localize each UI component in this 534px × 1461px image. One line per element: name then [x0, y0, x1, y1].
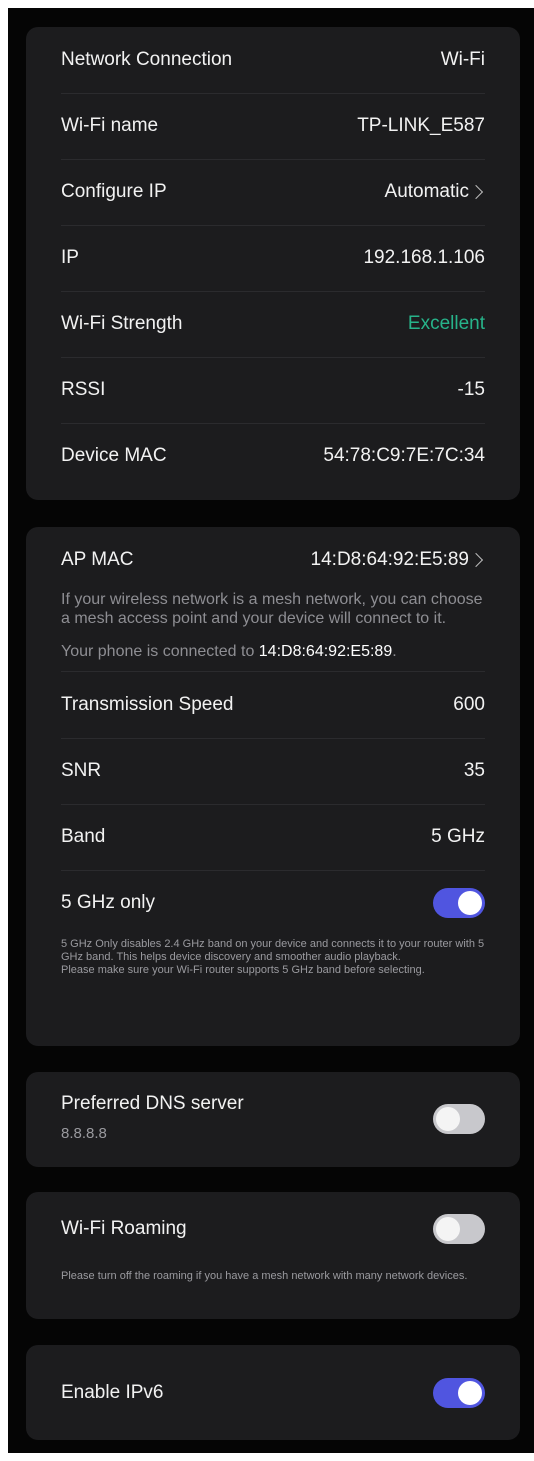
roaming-note: Please turn off the roaming if you have …	[61, 1270, 468, 1282]
wifi-roaming-label: Wi-Fi Roaming	[61, 1218, 187, 1239]
ipv6-label: Enable IPv6	[61, 1381, 164, 1403]
device-mac-row: Device MAC 54:78:C9:7E:7C:34	[26, 423, 520, 489]
ipv6-toggle[interactable]	[433, 1377, 485, 1408]
connection-info-card: Network Connection Wi-Fi Wi-Fi name TP-L…	[26, 27, 520, 500]
snr-value: 35	[463, 760, 485, 781]
configure-ip-label: Configure IP	[61, 181, 167, 202]
wifi-name-row: Wi-Fi name TP-LINK_E587	[26, 93, 520, 159]
connected-prefix: Your phone is connected to	[61, 643, 259, 660]
mesh-description: If your wireless network is a mesh netwo…	[61, 591, 483, 627]
dns-value: 8.8.8.8	[61, 1125, 107, 1142]
dns-text-group: Preferred DNS server 8.8.8.8	[61, 1093, 244, 1142]
band-row: Band 5 GHz	[26, 804, 520, 870]
five-ghz-only-row: 5 GHz only	[26, 870, 520, 936]
snr-label: SNR	[61, 760, 102, 781]
wifi-strength-value: Excellent	[407, 313, 485, 334]
access-point-card: AP MAC 14:D8:64:92:E5:89 If your wireles…	[26, 527, 520, 1046]
rssi-label: RSSI	[61, 379, 106, 400]
wifi-details-screen: Network Connection Wi-Fi Wi-Fi name TP-L…	[8, 8, 534, 1453]
five-ghz-note-2: Please make sure your Wi-Fi router suppo…	[61, 964, 425, 976]
configure-ip-value[interactable]: Automatic	[385, 181, 485, 203]
snr-row: SNR 35	[26, 738, 520, 804]
dns-label: Preferred DNS server	[61, 1093, 244, 1114]
ap-mac-row[interactable]: AP MAC 14:D8:64:92:E5:89	[26, 527, 520, 593]
toggle-knob	[458, 1380, 482, 1405]
wifi-name-label: Wi-Fi name	[61, 115, 159, 136]
five-ghz-note-1: 5 GHz Only disables 2.4 GHz band on your…	[61, 938, 485, 963]
configure-ip-row[interactable]: Configure IP Automatic	[26, 159, 520, 225]
ip-row: IP 192.168.1.106	[26, 225, 520, 291]
wifi-roaming-toggle[interactable]	[433, 1214, 485, 1244]
five-ghz-only-toggle[interactable]	[433, 888, 485, 918]
network-connection-label: Network Connection	[61, 49, 233, 70]
network-connection-row: Network Connection Wi-Fi	[26, 27, 520, 93]
ipv6-row: Enable IPv6	[26, 1345, 520, 1440]
transmission-speed-row: Transmission Speed 600	[61, 671, 485, 738]
transmission-speed-value: 600	[453, 694, 485, 715]
ip-label: IP	[61, 247, 79, 268]
toggle-knob	[458, 891, 482, 915]
rssi-row: RSSI -15	[26, 357, 520, 423]
chevron-right-icon	[468, 552, 484, 568]
dns-toggle[interactable]	[433, 1104, 485, 1134]
ap-mac-address: 14:D8:64:92:E5:89	[310, 549, 469, 570]
band-value: 5 GHz	[431, 826, 485, 847]
wifi-strength-row: Wi-Fi Strength Excellent	[26, 291, 520, 357]
band-label: Band	[61, 826, 106, 847]
transmission-speed-label: Transmission Speed	[61, 694, 234, 715]
ap-mac-label: AP MAC	[61, 549, 134, 570]
connected-suffix: .	[392, 643, 397, 660]
wifi-roaming-card: Wi-Fi Roaming Please turn off the roamin…	[26, 1192, 520, 1319]
five-ghz-only-label: 5 GHz only	[61, 892, 155, 913]
wifi-roaming-row: Wi-Fi Roaming	[26, 1196, 520, 1262]
chevron-right-icon	[468, 184, 484, 200]
toggle-knob	[436, 1217, 460, 1241]
rssi-value: -15	[457, 379, 485, 400]
toggle-knob	[436, 1107, 460, 1131]
configure-ip-mode: Automatic	[384, 181, 469, 202]
network-connection-value: Wi-Fi	[440, 49, 485, 70]
dns-card: Preferred DNS server 8.8.8.8	[26, 1072, 520, 1167]
connected-ap-mac: 14:D8:64:92:E5:89	[258, 643, 393, 660]
device-mac-value: 54:78:C9:7E:7C:34	[323, 445, 485, 466]
ap-mac-value[interactable]: 14:D8:64:92:E5:89	[311, 549, 485, 571]
wifi-name-value: TP-LINK_E587	[357, 115, 485, 136]
ip-value: 192.168.1.106	[363, 247, 485, 268]
wifi-strength-label: Wi-Fi Strength	[61, 313, 183, 334]
device-mac-label: Device MAC	[61, 445, 167, 466]
connected-ap-text: Your phone is connected to 14:D8:64:92:E…	[26, 642, 520, 671]
ipv6-card: Enable IPv6	[26, 1345, 520, 1440]
